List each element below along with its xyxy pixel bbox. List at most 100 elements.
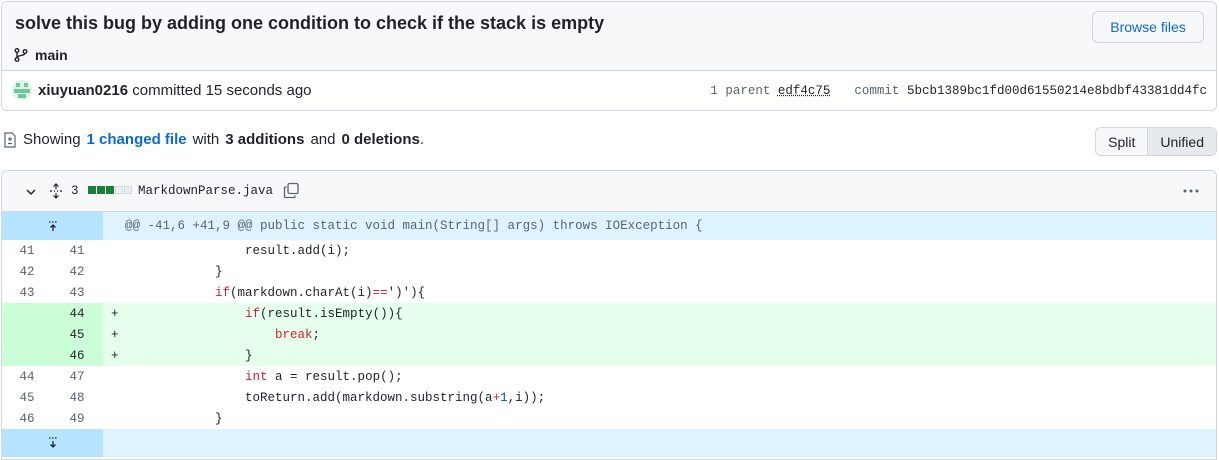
old-line-number[interactable]: 42 [2, 261, 52, 282]
old-line-number[interactable]: 46 [2, 408, 52, 429]
code-line: } [125, 264, 223, 279]
expand-up-gutter[interactable] [2, 212, 103, 240]
code-line: } [125, 348, 253, 363]
line-number-gutter: 45 48 [2, 387, 103, 408]
avatar[interactable] [12, 80, 32, 100]
chevron-down-icon[interactable] [23, 184, 39, 200]
code-line: if(markdown.charAt(i)==')'){ [215, 285, 426, 300]
copy-icon[interactable] [283, 182, 300, 199]
split-view-button[interactable]: Split [1096, 128, 1148, 155]
line-number-gutter: 43 43 [2, 282, 103, 303]
diffstat-block [124, 186, 132, 194]
diff-line-added: 46 + } [2, 345, 1216, 366]
code-line: break; [275, 327, 321, 342]
old-line-number[interactable] [2, 324, 52, 345]
diff-line-added: 45 + break; [2, 324, 1216, 345]
commit-title-bar: solve this bug by adding one condition t… [2, 2, 1216, 71]
diff-line-context: 43 43 if(markdown.charAt(i)==')'){ [2, 282, 1216, 303]
code-line: int a = result.pop(); [245, 369, 403, 384]
summary-period: . [419, 131, 425, 148]
code-line: } [125, 411, 223, 426]
commit-title: solve this bug by adding one condition t… [15, 13, 605, 33]
line-number-gutter: 41 41 [2, 240, 103, 261]
and-text: and [310, 131, 336, 148]
expand-all-icon[interactable] [48, 183, 64, 199]
new-line-number[interactable]: 42 [52, 261, 102, 282]
unified-view-button[interactable]: Unified [1147, 128, 1216, 155]
new-line-number[interactable]: 43 [52, 282, 102, 303]
code-line: result.add(i); [125, 243, 351, 258]
diff-summary: Showing 1 changed file with 3 additions … [3, 131, 424, 148]
diff-sign: + [111, 306, 119, 321]
code-line: if(result.isEmpty()){ [245, 306, 403, 321]
new-line-number[interactable]: 45 [52, 324, 102, 345]
expand-down-icon[interactable] [2, 429, 103, 457]
git-branch-icon [14, 48, 28, 62]
old-line-number[interactable]: 45 [2, 387, 52, 408]
line-number-gutter: 46 49 [2, 408, 103, 429]
old-line-number[interactable] [2, 345, 52, 366]
new-line-number[interactable]: 41 [52, 240, 102, 261]
showing-text: Showing [23, 131, 81, 148]
diff-view-toggle: Split Unified [1095, 127, 1217, 156]
diffstat-block [97, 186, 105, 194]
new-line-number[interactable]: 49 [52, 408, 102, 429]
additions-count: 3 additions [225, 131, 305, 148]
commit-label: commit [854, 84, 900, 98]
branch-indicator[interactable]: main [13, 47, 68, 63]
old-line-number[interactable]: 44 [2, 366, 52, 387]
changed-files-link[interactable]: 1 changed file [87, 131, 187, 148]
diff-line-context: 42 42 } [2, 261, 1216, 282]
browse-files-button[interactable]: Browse files [1092, 11, 1204, 43]
kebab-menu-icon[interactable] [1182, 183, 1200, 199]
line-number-gutter: 45 [2, 324, 103, 345]
file-header: 3 MarkdownParse.java [2, 171, 1216, 212]
file-name-link[interactable]: MarkdownParse.java [138, 184, 273, 198]
deletions-count: 0 deletions [341, 131, 420, 148]
line-number-gutter: 42 42 [2, 261, 103, 282]
diff-line-context: 41 41 result.add(i); [2, 240, 1216, 261]
new-line-number[interactable]: 44 [52, 303, 102, 324]
with-text: with [192, 131, 220, 148]
diff-line-added: 44 + if(result.isEmpty()){ [2, 303, 1216, 324]
commit-hash: 5bcb1389bc1fd00d61550214e8bdbf43381dd4fc [906, 84, 1207, 98]
parent-label: 1 parent [710, 84, 771, 98]
diffstat-block [88, 186, 96, 194]
new-line-number[interactable]: 48 [52, 387, 102, 408]
parent-hash-link[interactable]: edf4c75 [778, 84, 831, 98]
hunk-header-text: @@ -41,6 +41,9 @@ public static void mai… [125, 219, 703, 233]
line-number-gutter: 44 [2, 303, 103, 324]
commit-action-text: committed 15 seconds ago [132, 82, 312, 99]
commit-hashes: 1 parent edf4c75 commit 5bcb1389bc1fd00d… [710, 84, 1207, 98]
diffstat-block [106, 186, 114, 194]
file-diff-icon[interactable] [3, 131, 17, 148]
diff-lines: 41 41 result.add(i); 42 42 } 43 43 if(markdow… [2, 240, 1216, 429]
hunk-header-row: @@ -41,6 +41,9 @@ public static void mai… [2, 212, 1216, 240]
new-line-number[interactable]: 47 [52, 366, 102, 387]
expand-up-icon[interactable] [2, 212, 103, 240]
diff-line-context: 45 48 toReturn.add(markdown.substring(a+1… [2, 387, 1216, 408]
old-line-number[interactable] [2, 303, 52, 324]
diff-line-context: 46 49 } [2, 408, 1216, 429]
author-link[interactable]: xiuyuan0216 [38, 82, 128, 99]
branch-name: main [35, 47, 68, 63]
new-line-number[interactable]: 46 [52, 345, 102, 366]
diff-body: @@ -41,6 +41,9 @@ public static void mai… [2, 212, 1216, 457]
commit-meta-bar: xiuyuan0216 committed 15 seconds ago 1 p… [2, 71, 1216, 110]
expand-down-gutter[interactable] [2, 429, 103, 457]
diff-sign: + [111, 327, 119, 342]
file-diff: 3 MarkdownParse.java @@ -41,6 +41,9 @@ p… [1, 170, 1217, 460]
parent-info: 1 parent edf4c75 [710, 84, 830, 98]
code-line: toReturn.add(markdown.substring(a+1,i)); [125, 390, 546, 405]
diffstat-block [115, 186, 123, 194]
diff-sign: + [111, 348, 119, 363]
old-line-number[interactable]: 43 [2, 282, 52, 303]
commit-info: commit 5bcb1389bc1fd00d61550214e8bdbf433… [854, 84, 1207, 98]
hunk-footer-row [2, 429, 1216, 457]
commit-author-line: xiuyuan0216 committed 15 seconds ago [38, 82, 312, 99]
old-line-number[interactable]: 41 [2, 240, 52, 261]
diffstat-blocks [88, 186, 132, 194]
diff-line-context: 44 47 int a = result.pop(); [2, 366, 1216, 387]
file-change-count: 3 [71, 184, 79, 198]
line-number-gutter: 44 47 [2, 366, 103, 387]
